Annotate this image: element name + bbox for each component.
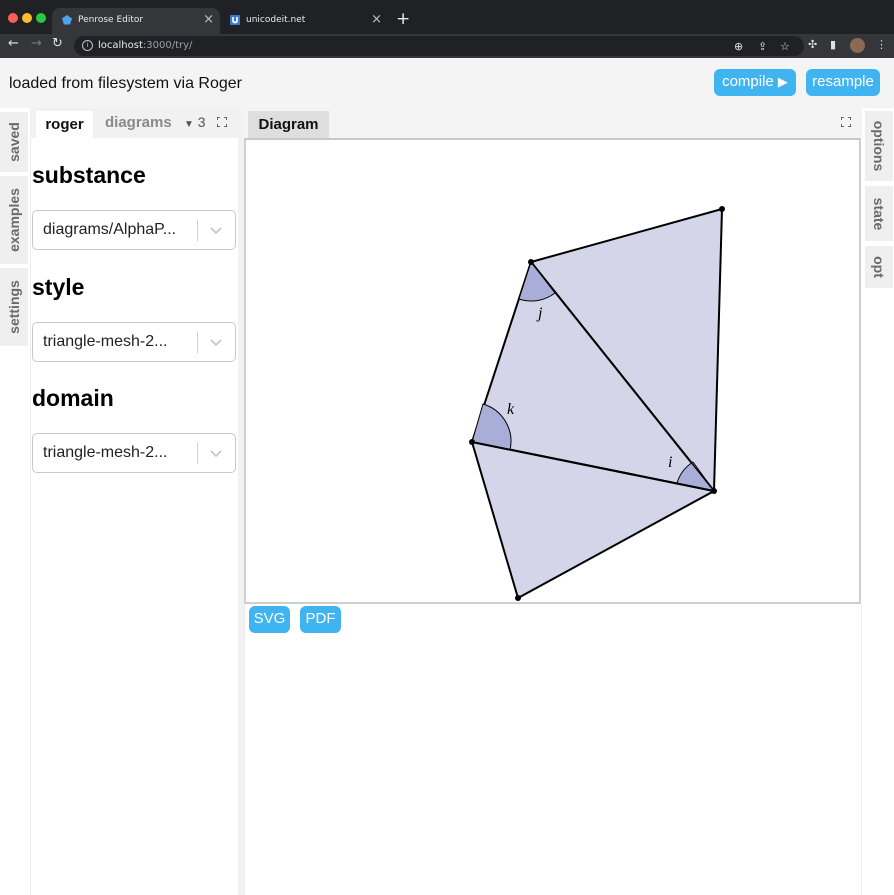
domain-heading: domain: [32, 385, 114, 411]
mesh-vertex: [528, 259, 534, 265]
diagram-tab-strip: [244, 108, 862, 138]
site-info-icon[interactable]: i: [82, 40, 93, 51]
tab-overflow-count: 3: [197, 114, 206, 130]
mesh-vertex: [469, 439, 475, 445]
select-divider: [197, 332, 198, 353]
side-tab-label: examples: [6, 188, 22, 252]
url-path: :3000/try/: [142, 40, 193, 51]
side-tab-label: options: [871, 120, 887, 172]
side-panel-icon[interactable]: ▮: [830, 38, 836, 51]
bookmark-star-icon[interactable]: ☆: [780, 40, 790, 53]
side-tab-label: saved: [6, 122, 22, 162]
mesh-vertex: [515, 595, 521, 601]
domain-value: triangle-mesh-2...: [43, 444, 168, 461]
side-tab-saved[interactable]: saved: [0, 112, 28, 172]
domain-select[interactable]: triangle-mesh-2...: [32, 433, 236, 473]
side-tab-examples[interactable]: examples: [0, 176, 28, 264]
export-pdf-button[interactable]: PDF: [300, 606, 341, 633]
mesh-vertex: [719, 206, 725, 212]
tab-roger[interactable]: roger: [36, 111, 93, 138]
share-icon[interactable]: ⇪: [758, 40, 767, 53]
resample-button[interactable]: resample: [806, 69, 880, 96]
app-header: loaded from filesystem via Roger compile…: [0, 58, 894, 108]
side-tab-opt[interactable]: opt: [865, 246, 893, 288]
browser-tab-title: Penrose Editor: [78, 15, 144, 25]
browser-tab-bar: Penrose Editor × unicodeit.net × +: [0, 0, 894, 34]
mesh-vertex: [711, 488, 717, 494]
unicodeit-icon: [230, 15, 240, 25]
substance-select[interactable]: diagrams/AlphaP...: [32, 210, 236, 250]
new-tab-button[interactable]: +: [396, 9, 410, 29]
diagram-footer: SVG PDF: [244, 604, 862, 895]
profile-avatar[interactable]: [850, 38, 865, 53]
browser-tab-penrose[interactable]: Penrose Editor ×: [52, 8, 220, 34]
zoom-window-button[interactable]: [36, 13, 46, 23]
compile-button[interactable]: compile ▶: [714, 69, 796, 96]
close-tab-icon[interactable]: ×: [371, 12, 382, 27]
play-icon: ▶: [777, 74, 788, 89]
style-select[interactable]: triangle-mesh-2...: [32, 322, 236, 362]
substance-value: diagrams/AlphaP...: [43, 221, 177, 238]
penrose-icon: [62, 15, 72, 25]
select-divider: [197, 443, 198, 464]
substance-heading: substance: [32, 162, 146, 188]
diagram-canvas[interactable]: j k i: [244, 138, 861, 604]
forward-icon[interactable]: →: [31, 36, 42, 51]
caret-down-icon: ▼: [184, 119, 194, 130]
compile-label: compile: [722, 73, 774, 90]
side-tab-label: state: [871, 197, 887, 230]
side-tab-label: opt: [871, 256, 887, 278]
chevron-down-icon: [210, 339, 222, 347]
angle-label-k: k: [507, 401, 515, 418]
maximize-icon[interactable]: [217, 117, 227, 127]
chevron-down-icon: [210, 227, 222, 235]
side-tab-settings[interactable]: settings: [0, 268, 28, 346]
style-value: triangle-mesh-2...: [43, 333, 168, 350]
zoom-icon[interactable]: ⊕: [734, 40, 743, 53]
tab-diagram[interactable]: Diagram: [248, 111, 329, 138]
browser-tab-unicodeit[interactable]: unicodeit.net ×: [220, 8, 388, 34]
tab-overflow-menu[interactable]: ▼ 3: [184, 114, 206, 130]
close-window-button[interactable]: [8, 13, 18, 23]
browser-toolbar: ← → ↻ i localhost:3000/try/ ⊕ ⇪ ☆ ✣ ▮ ⋮: [0, 34, 894, 58]
side-tab-state[interactable]: state: [865, 186, 893, 241]
side-tab-options[interactable]: options: [865, 111, 893, 181]
address-input[interactable]: i localhost:3000/try/ ⊕ ⇪ ☆: [74, 36, 804, 56]
tab-diagrams[interactable]: diagrams: [105, 114, 171, 131]
style-heading: style: [32, 274, 85, 300]
page-title: loaded from filesystem via Roger: [9, 75, 242, 92]
close-tab-icon[interactable]: ×: [203, 12, 214, 27]
maximize-icon[interactable]: [841, 117, 851, 127]
url-host: localhost: [98, 40, 143, 51]
side-tab-label: settings: [6, 280, 22, 334]
back-icon[interactable]: ←: [8, 36, 19, 51]
browser-tab-title: unicodeit.net: [246, 15, 306, 25]
minimize-window-button[interactable]: [22, 13, 32, 23]
angle-label-j: j: [536, 305, 543, 322]
select-divider: [197, 220, 198, 241]
extensions-icon[interactable]: ✣: [808, 38, 817, 51]
chevron-down-icon: [210, 450, 222, 458]
angle-label-i: i: [668, 454, 672, 471]
browser-menu-icon[interactable]: ⋮: [876, 38, 887, 51]
reload-icon[interactable]: ↻: [52, 36, 63, 51]
export-svg-button[interactable]: SVG: [249, 606, 290, 633]
triangle-mesh-diagram: j k i: [469, 206, 725, 601]
